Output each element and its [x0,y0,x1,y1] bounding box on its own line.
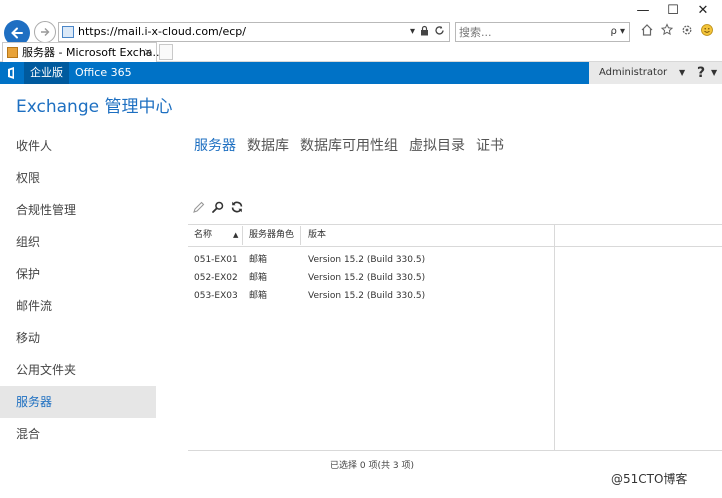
browser-search-box[interactable]: ρ ▾ [455,22,630,42]
sidebar-item-recipients[interactable]: 收件人 [0,130,156,162]
col-divider[interactable] [242,226,243,245]
sidebar-nav: 收件人 权限 合规性管理 组织 保护 邮件流 移动 公用文件夹 服务器 混合 [0,130,156,450]
forward-button[interactable] [34,21,56,43]
browser-search-input[interactable] [459,24,594,40]
sidebar-item-mail-flow[interactable]: 邮件流 [0,290,156,322]
sidebar-item-protection[interactable]: 保护 [0,258,156,290]
refresh-icon[interactable] [230,200,244,214]
column-header-name[interactable]: 名称 [194,225,212,245]
address-dropdown-icon[interactable]: ▾ [410,25,415,39]
grid-header-border [188,246,722,247]
sidebar-item-organization[interactable]: 组织 [0,226,156,258]
cell-version: Version 15.2 (Build 330.5) [308,273,426,283]
sidebar-item-mobile[interactable]: 移动 [0,322,156,354]
tab-virtual-directories[interactable]: 虚拟目录 [409,136,465,156]
maximize-button[interactable]: ☐ [658,2,688,20]
cell-name: 051-EX01 [194,255,238,265]
page-icon [62,26,74,38]
address-tools: ▾ [410,25,445,39]
tab-close-icon[interactable]: × [144,46,152,60]
cell-role: 邮箱 [249,255,268,265]
cell-name: 052-EX02 [194,273,238,283]
favorites-star-icon[interactable] [660,22,674,38]
admin-user-menu[interactable]: Administrator [599,62,667,84]
tab-certificates[interactable]: 证书 [476,136,504,156]
gear-icon[interactable] [680,22,694,38]
help-button[interactable]: ? [697,62,705,84]
close-window-button[interactable]: ✕ [688,2,718,20]
grid-bottom-border [188,450,722,451]
sidebar-item-compliance[interactable]: 合规性管理 [0,194,156,226]
lock-icon[interactable] [420,25,429,36]
url-text[interactable]: https://mail.i-x-cloud.com/ecp/ [78,25,246,39]
col-divider[interactable] [300,226,301,245]
edit-icon[interactable] [192,200,206,214]
watermark: @51CTO博客 [611,472,688,486]
page-title: Exchange 管理中心 [16,97,173,117]
sidebar-item-servers[interactable]: 服务器 [0,386,156,418]
arrow-right-icon [41,28,50,36]
sidebar-item-hybrid[interactable]: 混合 [0,418,156,450]
suite-enterprise-link[interactable]: 企业版 [24,62,69,84]
tab-title: 服务器 - Microsoft Excha... [22,46,164,59]
list-toolbar [192,200,244,214]
cell-role: 邮箱 [249,291,268,301]
sidebar-item-public-folders[interactable]: 公用文件夹 [0,354,156,386]
column-header-version[interactable]: 版本 [308,225,326,245]
help-chevron-down-icon[interactable]: ▼ [711,62,717,84]
minimize-button[interactable]: — [628,2,658,20]
suite-office365-link[interactable]: Office 365 [75,62,132,84]
office-logo-icon[interactable] [6,66,18,80]
column-header-role[interactable]: 服务器角色 [249,225,294,245]
chevron-down-icon[interactable]: ▼ [679,62,685,84]
browser-toolbar [640,22,714,38]
grid-splitter[interactable] [554,224,555,450]
smiley-icon[interactable] [700,22,714,38]
sort-ascending-icon[interactable]: ▲ [233,225,238,245]
browser-tab-active[interactable]: 服务器 - Microsoft Excha... × [2,42,163,62]
new-tab-button[interactable] [159,44,173,60]
cell-name: 053-EX03 [194,291,238,301]
cell-version: Version 15.2 (Build 330.5) [308,291,426,301]
sidebar-item-permissions[interactable]: 权限 [0,162,156,194]
suite-bar: 企业版 Office 365 Administrator ▼ ? ▼ [0,62,722,84]
window-controls: — ☐ ✕ [628,2,718,20]
tab-dag[interactable]: 数据库可用性组 [300,136,398,156]
selection-status: 已选择 0 项(共 3 项) [330,461,414,471]
tab-servers[interactable]: 服务器 [194,136,236,156]
browser-chrome: — ☐ ✕ https://mail.i-x-cloud.com/ecp/ ▾ [0,0,722,62]
tab-databases[interactable]: 数据库 [247,136,289,156]
search-icon[interactable] [211,200,225,214]
arrow-left-icon [11,27,23,39]
sub-nav-tabs: 服务器 数据库 数据库可用性组 虚拟目录 证书 [194,136,504,156]
address-bar[interactable]: https://mail.i-x-cloud.com/ecp/ ▾ [58,22,450,42]
cell-version: Version 15.2 (Build 330.5) [308,255,426,265]
tab-favicon-icon [7,47,18,58]
reload-icon[interactable] [434,25,445,36]
cell-role: 邮箱 [249,273,268,283]
user-menu-area: Administrator ▼ ? ▼ [589,62,722,84]
home-icon[interactable] [640,22,654,38]
search-dropdown-icon[interactable]: ρ ▾ [610,25,625,39]
